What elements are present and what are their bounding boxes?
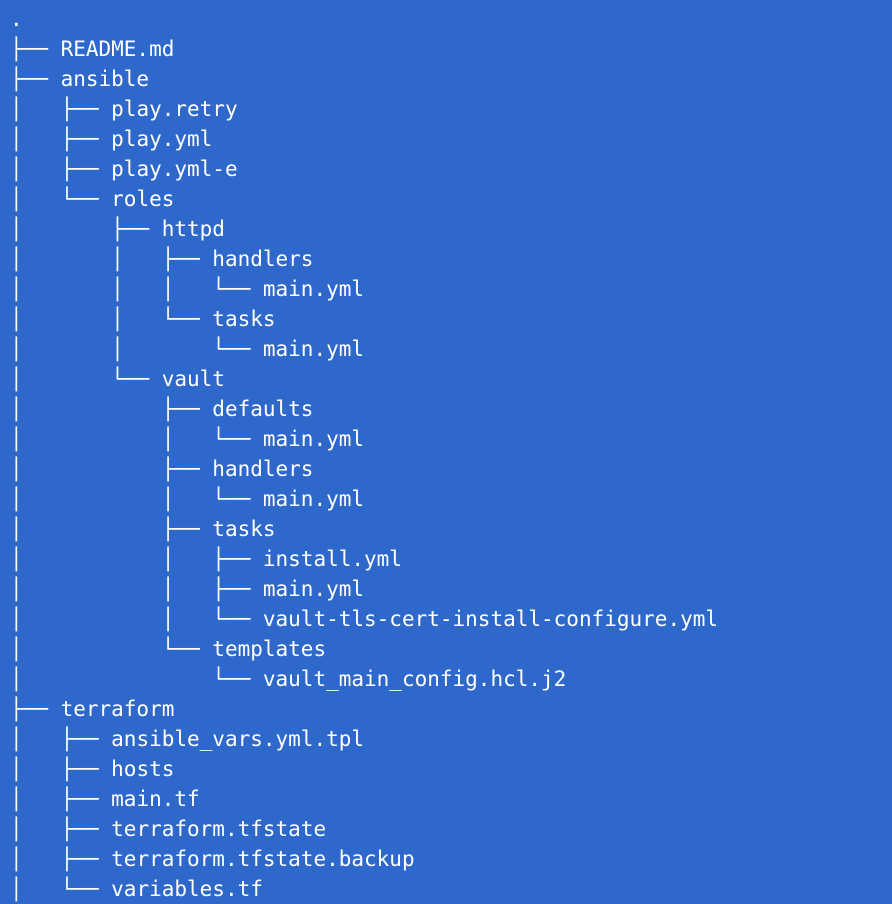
tree-line: │ └── vault [10,364,892,394]
tree-branch-connector: │ │ └── [10,427,263,451]
tree-line: │ ├── terraform.tfstate [10,814,892,844]
tree-branch-connector: ├── [10,697,61,721]
tree-branch-connector: │ └── [10,637,213,661]
tree-branch-connector: │ ├── [10,217,162,241]
tree-branch-connector: │ │ ├── [10,547,263,571]
tree-line: │ └── roles [10,184,892,214]
tree-node-name: main.yml [262,337,365,361]
tree-node-name: main.yml [262,577,365,601]
tree-line: . [10,4,892,34]
tree-branch-connector: │ └── [10,187,112,211]
tree-branch-connector: │ └── [10,667,263,691]
tree-line: │ ├── defaults [10,394,892,424]
tree-node-name: roles [111,187,175,211]
tree-line: │ ├── handlers [10,454,892,484]
tree-node-name: tasks [212,517,276,541]
tree-node-name: terraform.tfstate [111,817,327,841]
tree-node-name: . [10,7,23,31]
tree-branch-connector: │ ├── [10,97,112,121]
tree-node-name: httpd [161,217,225,241]
tree-branch-connector: │ ├── [10,157,112,181]
tree-branch-connector: │ │ ├── [10,577,263,601]
tree-branch-connector: │ │ └── [10,337,263,361]
tree-line: │ │ ├── main.yml [10,574,892,604]
tree-line: │ ├── play.yml [10,124,892,154]
tree-node-name: ansible [60,67,150,91]
tree-node-name: handlers [212,457,314,481]
tree-branch-connector: │ │ │ └── [10,277,263,301]
tree-node-name: handlers [212,247,314,271]
tree-branch-connector: │ ├── [10,847,112,871]
tree-line: │ │ └── vault-tls-cert-install-configure… [10,604,892,634]
tree-branch-connector: │ ├── [10,127,112,151]
tree-branch-connector: │ │ ├── [10,247,213,271]
tree-node-name: variables.tf [111,877,263,901]
terminal-window: . ├── README.md ├── ansible │ ├── play.retr… [0,0,892,901]
tree-line: │ ├── httpd [10,214,892,244]
tree-line: │ ├── play.yml-e [10,154,892,184]
tree-node-name: defaults [212,397,314,421]
tree-line: │ │ ├── install.yml [10,544,892,574]
directory-tree-output: . ├── README.md ├── ansible │ ├── play.retr… [10,4,892,904]
tree-line: ├── README.md [10,34,892,64]
tree-node-name: main.yml [262,487,365,511]
tree-line: │ ├── main.tf [10,784,892,814]
tree-branch-connector: │ │ └── [10,607,263,631]
tree-node-name: main.tf [111,787,200,811]
tree-line: ├── terraform [10,694,892,724]
tree-node-name: vault_main_config.hcl.j2 [262,667,567,691]
tree-line: │ ├── terraform.tfstate.backup [10,844,892,874]
tree-branch-connector: │ ├── [10,397,213,421]
tree-node-name: terraform [60,697,175,721]
tree-branch-connector: │ ├── [10,817,112,841]
tree-node-name: tasks [212,307,276,331]
tree-line: │ │ │ └── main.yml [10,274,892,304]
tree-branch-connector: │ │ └── [10,487,263,511]
tree-line: │ └── vault_main_config.hcl.j2 [10,664,892,694]
tree-node-name: vault [161,367,225,391]
tree-line: │ │ └── main.yml [10,484,892,514]
tree-node-name: hosts [111,757,175,781]
tree-branch-connector: │ └── [10,367,162,391]
tree-line: │ │ └── main.yml [10,334,892,364]
tree-branch-connector: ├── [10,37,61,61]
tree-node-name: play.yml [111,127,213,151]
tree-line: │ │ └── main.yml [10,424,892,454]
tree-line: │ ├── ansible_vars.yml.tpl [10,724,892,754]
tree-branch-connector: │ └── [10,877,112,901]
tree-node-name: terraform.tfstate.backup [111,847,415,871]
tree-branch-connector: │ ├── [10,757,112,781]
tree-node-name: play.retry [111,97,238,121]
tree-branch-connector: │ ├── [10,517,213,541]
tree-branch-connector: │ ├── [10,457,213,481]
tree-line: │ └── variables.tf [10,874,892,904]
tree-branch-connector: ├── [10,67,61,91]
tree-node-name: main.yml [262,427,365,451]
tree-node-name: install.yml [262,547,402,571]
tree-line: │ └── templates [10,634,892,664]
tree-branch-connector: │ ├── [10,727,112,751]
tree-line: │ ├── hosts [10,754,892,784]
tree-line: ├── ansible [10,64,892,94]
tree-line: │ ├── tasks [10,514,892,544]
tree-node-name: templates [212,637,327,661]
tree-branch-connector: │ ├── [10,787,112,811]
tree-line: │ │ └── tasks [10,304,892,334]
tree-node-name: vault-tls-cert-install-configure.yml [262,607,719,631]
tree-line: │ ├── play.retry [10,94,892,124]
tree-node-name: ansible_vars.yml.tpl [111,727,365,751]
tree-node-name: play.yml-e [111,157,238,181]
tree-node-name: README.md [60,37,175,61]
tree-branch-connector: │ │ └── [10,307,213,331]
tree-line: │ │ ├── handlers [10,244,892,274]
tree-node-name: main.yml [262,277,365,301]
